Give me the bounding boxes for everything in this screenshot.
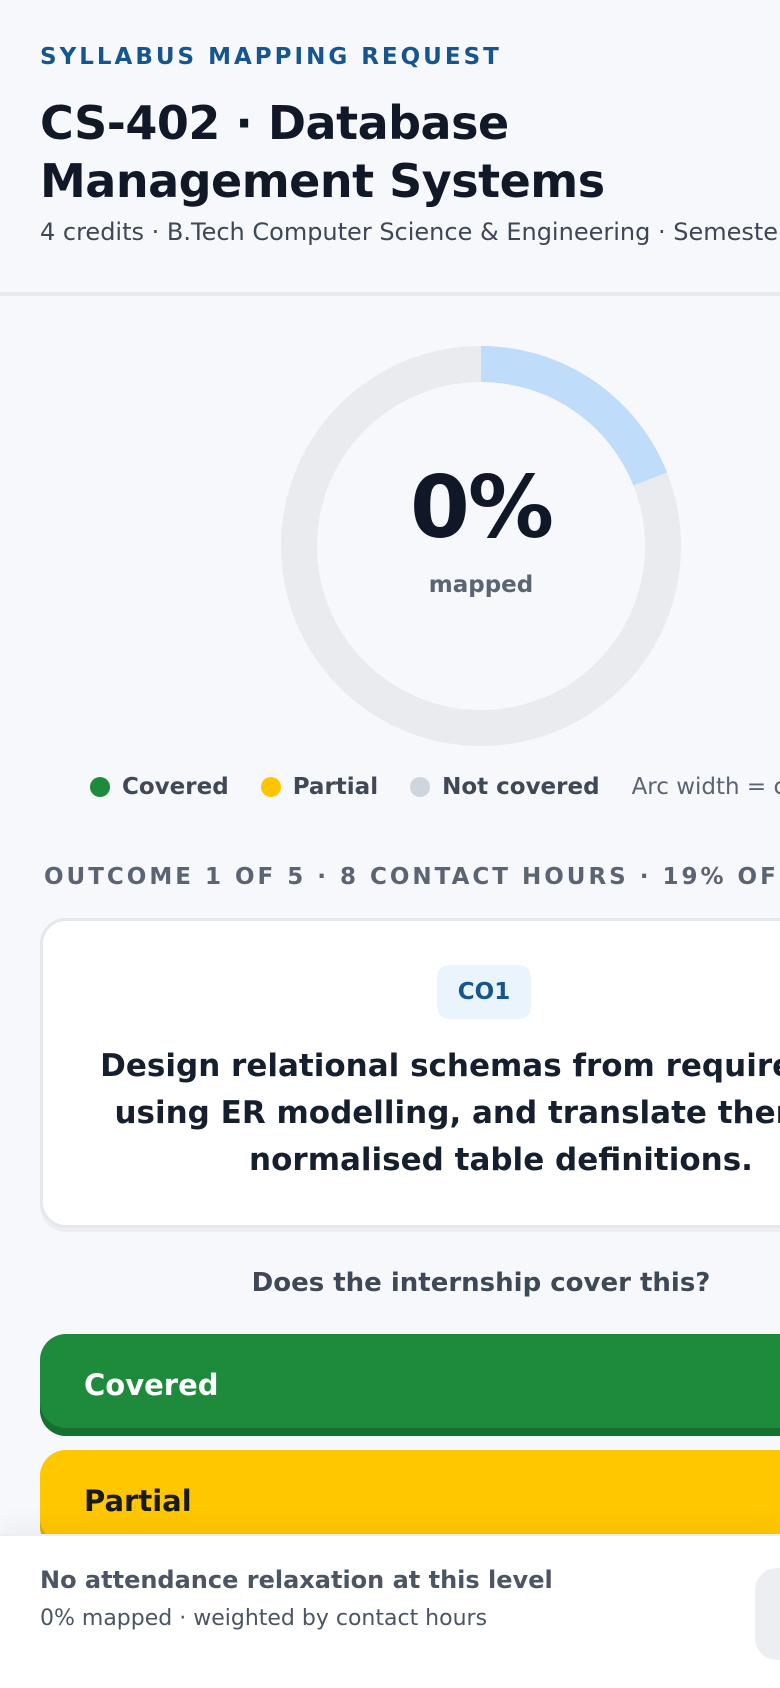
mapping-progress-ring: 0% mapped [281, 346, 681, 746]
page-header: SYLLABUS MAPPING REQUEST CS-402 · Databa… [0, 0, 780, 296]
page-eyebrow: SYLLABUS MAPPING REQUEST [40, 44, 502, 70]
course-details: 4 credits · B.Tech Computer Science & En… [40, 218, 780, 246]
coverage-question: Does the internship cover this? [251, 1268, 711, 1298]
legend: Covered Partial Not covered Arc width = … [90, 770, 780, 804]
outcome-code-badge: CO1 [437, 965, 531, 1019]
syllabus-mapping-screen: SYLLABUS MAPPING REQUEST CS-402 · Databa… [0, 0, 780, 1688]
legend-partial-label: Partial [292, 774, 379, 800]
legend-not-covered: Not covered [410, 774, 600, 800]
covered-button[interactable]: Covered [40, 1334, 780, 1436]
outcome-card: CO1 Design relational schemas from requi… [40, 918, 780, 1228]
not-covered-dot-icon [410, 777, 431, 797]
partial-dot-icon [260, 777, 281, 797]
legend-covered-label: Covered [122, 774, 229, 800]
mapped-label: mapped [428, 572, 534, 598]
footer-bar: No attendance relaxation at this level 0… [0, 1534, 780, 1688]
outcome-meta: OUTCOME 1 OF 5 · 8 CONTACT HOURS · 19% O… [44, 864, 780, 890]
mapped-percent: 0% [409, 458, 554, 558]
legend-not-covered-label: Not covered [442, 774, 600, 800]
footer-action-button[interactable] [755, 1568, 780, 1660]
outcome-text: Design relational schemas from requireme… [100, 1048, 780, 1178]
legend-covered: Covered [90, 774, 229, 800]
covered-button-label: Covered [84, 1368, 219, 1402]
legend-partial: Partial [260, 774, 379, 800]
covered-dot-icon [90, 777, 110, 797]
partial-button-label: Partial [84, 1484, 192, 1518]
legend-note: Arc width = contact hours [631, 774, 780, 800]
footer-subtitle: 0% mapped · weighted by contact hours [40, 1606, 488, 1631]
page-title: CS-402 · Database Management Systems [40, 96, 605, 208]
footer-title: No attendance relaxation at this level [40, 1566, 553, 1594]
